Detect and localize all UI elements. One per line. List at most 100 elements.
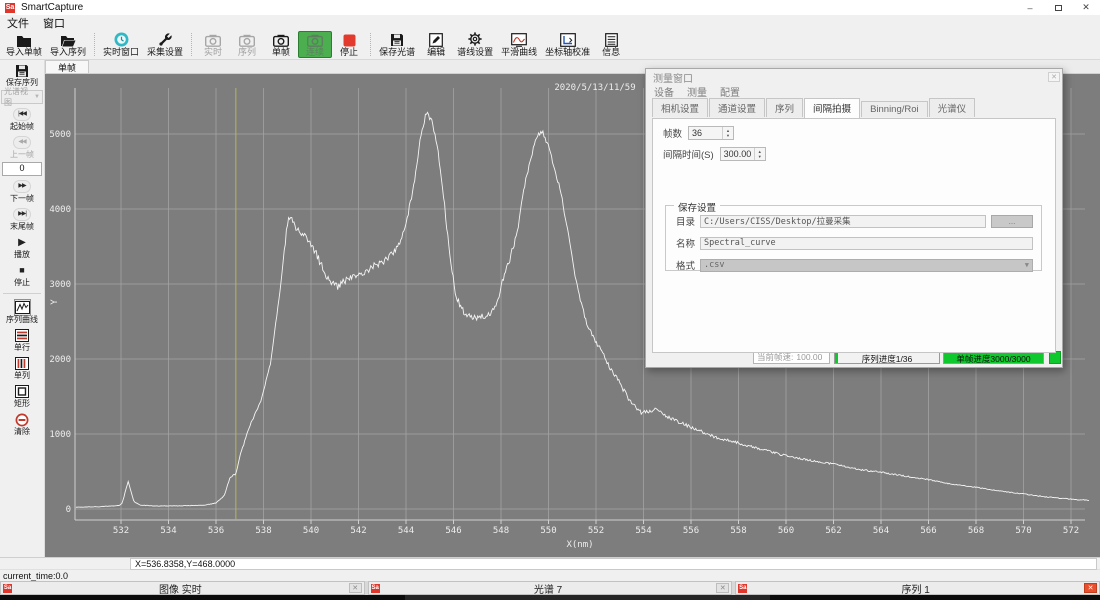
series-curve-button[interactable]: 序列曲线 (2, 299, 43, 325)
import-frame-button[interactable]: 导入单帧 (2, 31, 46, 58)
interval-spinner[interactable]: 300.00 ▲▼ (720, 147, 766, 161)
stop-small-icon: ■ (19, 263, 24, 278)
x-tick-label: 550 (540, 526, 556, 536)
first-frame-button[interactable]: |◀◀起始帧 (2, 106, 43, 132)
dialog-tab-[interactable]: 间隔拍摄 (804, 98, 860, 118)
x-tick-label: 542 (350, 526, 366, 536)
dialog-menu-item-0[interactable]: 设备 (654, 84, 674, 99)
save-spectrum-button[interactable]: 保存光谱 (375, 31, 419, 58)
minimize-button[interactable]: – (1016, 0, 1044, 15)
single-row-button[interactable]: 单行 (2, 327, 43, 353)
last-frame-button[interactable]: ▶▶|末尾帧 (2, 206, 43, 232)
cursor-coordinates: X=536.8358,Y=468.0000 (130, 558, 1097, 570)
save-settings-group: 保存设置 目录 C:/Users/CISS/Desktop/拉曼采集 ... 名… (665, 205, 1042, 271)
camera-icon (307, 32, 323, 47)
single-frame-button[interactable]: 单帧 (264, 31, 298, 58)
dialog-close-icon[interactable]: ✕ (1048, 72, 1060, 82)
format-select[interactable]: .csv ▼ (700, 259, 1033, 272)
y-tick-label: 2000 (49, 355, 71, 365)
rect-select-button[interactable]: 矩形 (2, 383, 43, 409)
realtime-window-button[interactable]: 实时窗口 (99, 31, 143, 58)
next-frame-button[interactable]: ▶▶下一帧 (2, 178, 43, 204)
window-controls: – ✕ (1016, 0, 1100, 15)
next-icon: ▶▶ (13, 179, 30, 194)
chevron-down-icon: ▼ (34, 94, 40, 100)
stop-capture-button[interactable]: 停止 (332, 31, 366, 58)
single-col-button[interactable]: 单列 (2, 355, 43, 381)
app-logo-icon: Sa (738, 584, 747, 593)
dialog-menu-item-2[interactable]: 配置 (720, 84, 740, 99)
frames-spinner[interactable]: 36 ▲▼ (688, 126, 734, 140)
coordinate-row: X=536.8358,Y=468.0000 (0, 557, 1100, 569)
close-button[interactable]: ✕ (1072, 0, 1100, 15)
browse-button[interactable]: ... (991, 215, 1033, 228)
sidebar-button-label: 播放 (14, 250, 30, 259)
rect-icon (15, 384, 29, 399)
spinner-arrows-icon[interactable]: ▲▼ (722, 127, 733, 139)
window-sequence-1[interactable]: Sa 序列 1 ✕ (735, 581, 1100, 595)
spinner-arrows-icon[interactable]: ▲▼ (754, 148, 765, 160)
dialog-menu-item-1[interactable]: 测量 (687, 84, 707, 99)
skip-end-icon: ▶▶| (13, 207, 31, 222)
x-tick-label: 540 (303, 526, 319, 536)
x-tick-label: 546 (445, 526, 461, 536)
sidebar-separator (3, 293, 41, 294)
name-input[interactable]: Spectral_curve (700, 237, 1033, 250)
x-tick-label: 552 (588, 526, 604, 536)
stop-playback-button[interactable]: ■停止 (2, 262, 43, 288)
dialog-tab-[interactable]: 相机设置 (652, 98, 708, 117)
maximize-button[interactable] (1044, 0, 1072, 15)
smooth-curve-button[interactable]: 平滑曲线 (497, 31, 541, 58)
frames-label: 帧数 (663, 126, 682, 140)
folder-open-icon (60, 32, 76, 47)
prev-frame-button: ◀◀上一帧 (2, 134, 43, 160)
axis-calibration-button[interactable]: 坐标轴校准 (541, 31, 594, 58)
close-icon[interactable]: ✕ (349, 583, 362, 593)
dialog-tab-[interactable]: 通道设置 (709, 98, 765, 117)
line-settings-button[interactable]: 谱线设置 (453, 31, 497, 58)
menu-item-0[interactable]: 文件 (7, 15, 29, 31)
window-title: SmartCapture (21, 2, 83, 13)
toolbar-separator (370, 33, 371, 56)
sequence-button: 序列 (230, 31, 264, 58)
y-tick-label: 5000 (49, 130, 71, 140)
import-sequence-button[interactable]: 导入序列 (46, 31, 90, 58)
menu-item-1[interactable]: 窗口 (43, 15, 65, 31)
y-tick-label: 0 (66, 505, 71, 515)
dialog-tab-[interactable]: 序列 (766, 98, 803, 117)
taskbar-window-label: 图像 实时 (15, 581, 346, 596)
dialog-tab-[interactable]: 光谱仪 (929, 98, 976, 117)
clear-icon (15, 412, 29, 427)
toolbar-button-label: 单帧 (272, 47, 290, 57)
edit-button[interactable]: 编辑 (419, 31, 453, 58)
dialog-tab-binningroi[interactable]: Binning/Roi (861, 101, 928, 117)
x-tick-label: 544 (398, 526, 414, 536)
floppy-icon (390, 32, 404, 47)
directory-input[interactable]: C:/Users/CISS/Desktop/拉曼采集 (700, 215, 986, 228)
capture-settings-button[interactable]: 采集设置 (143, 31, 187, 58)
close-icon[interactable]: ✕ (716, 583, 729, 593)
x-tick-label: 548 (493, 526, 509, 536)
save-sequence-button[interactable]: 保存序列 (2, 62, 43, 88)
frame-index-input[interactable]: 0 (2, 162, 42, 176)
save-settings-legend: 保存设置 (674, 200, 720, 214)
sidebar-select-label: 光谱视图 (4, 86, 34, 108)
toolbar-button-label: 序列 (238, 47, 256, 57)
stop-red-icon (343, 32, 356, 47)
toolbar-button-label: 导入序列 (50, 47, 86, 57)
format-label: 格式 (676, 258, 695, 272)
measurement-window-dialog: 测量窗口 ✕ 设备测量配置 相机设置通道设置序列间隔拍摄Binning/Roi光… (645, 68, 1063, 368)
info-button[interactable]: 信息 (594, 31, 628, 58)
close-icon[interactable]: ✕ (1084, 583, 1097, 593)
continuous-button[interactable]: 连续 (298, 31, 332, 58)
play-button[interactable]: ▶播放 (2, 234, 43, 260)
prev-icon: ◀◀ (13, 135, 30, 150)
window-image-live[interactable]: Sa 图像 实时 ✕ (0, 581, 365, 595)
bottom-taskbar: Sa 图像 实时 ✕Sa 光谱 7 ✕Sa 序列 1 ✕ (0, 581, 1100, 595)
dialog-titlebar[interactable]: 测量窗口 ✕ (646, 69, 1062, 83)
tab-single-frame[interactable]: 单帧 (45, 60, 89, 73)
clear-button[interactable]: 清除 (2, 411, 43, 437)
x-tick-label: 536 (208, 526, 224, 536)
x-tick-label: 556 (683, 526, 699, 536)
window-spectrum-7[interactable]: Sa 光谱 7 ✕ (368, 581, 733, 595)
